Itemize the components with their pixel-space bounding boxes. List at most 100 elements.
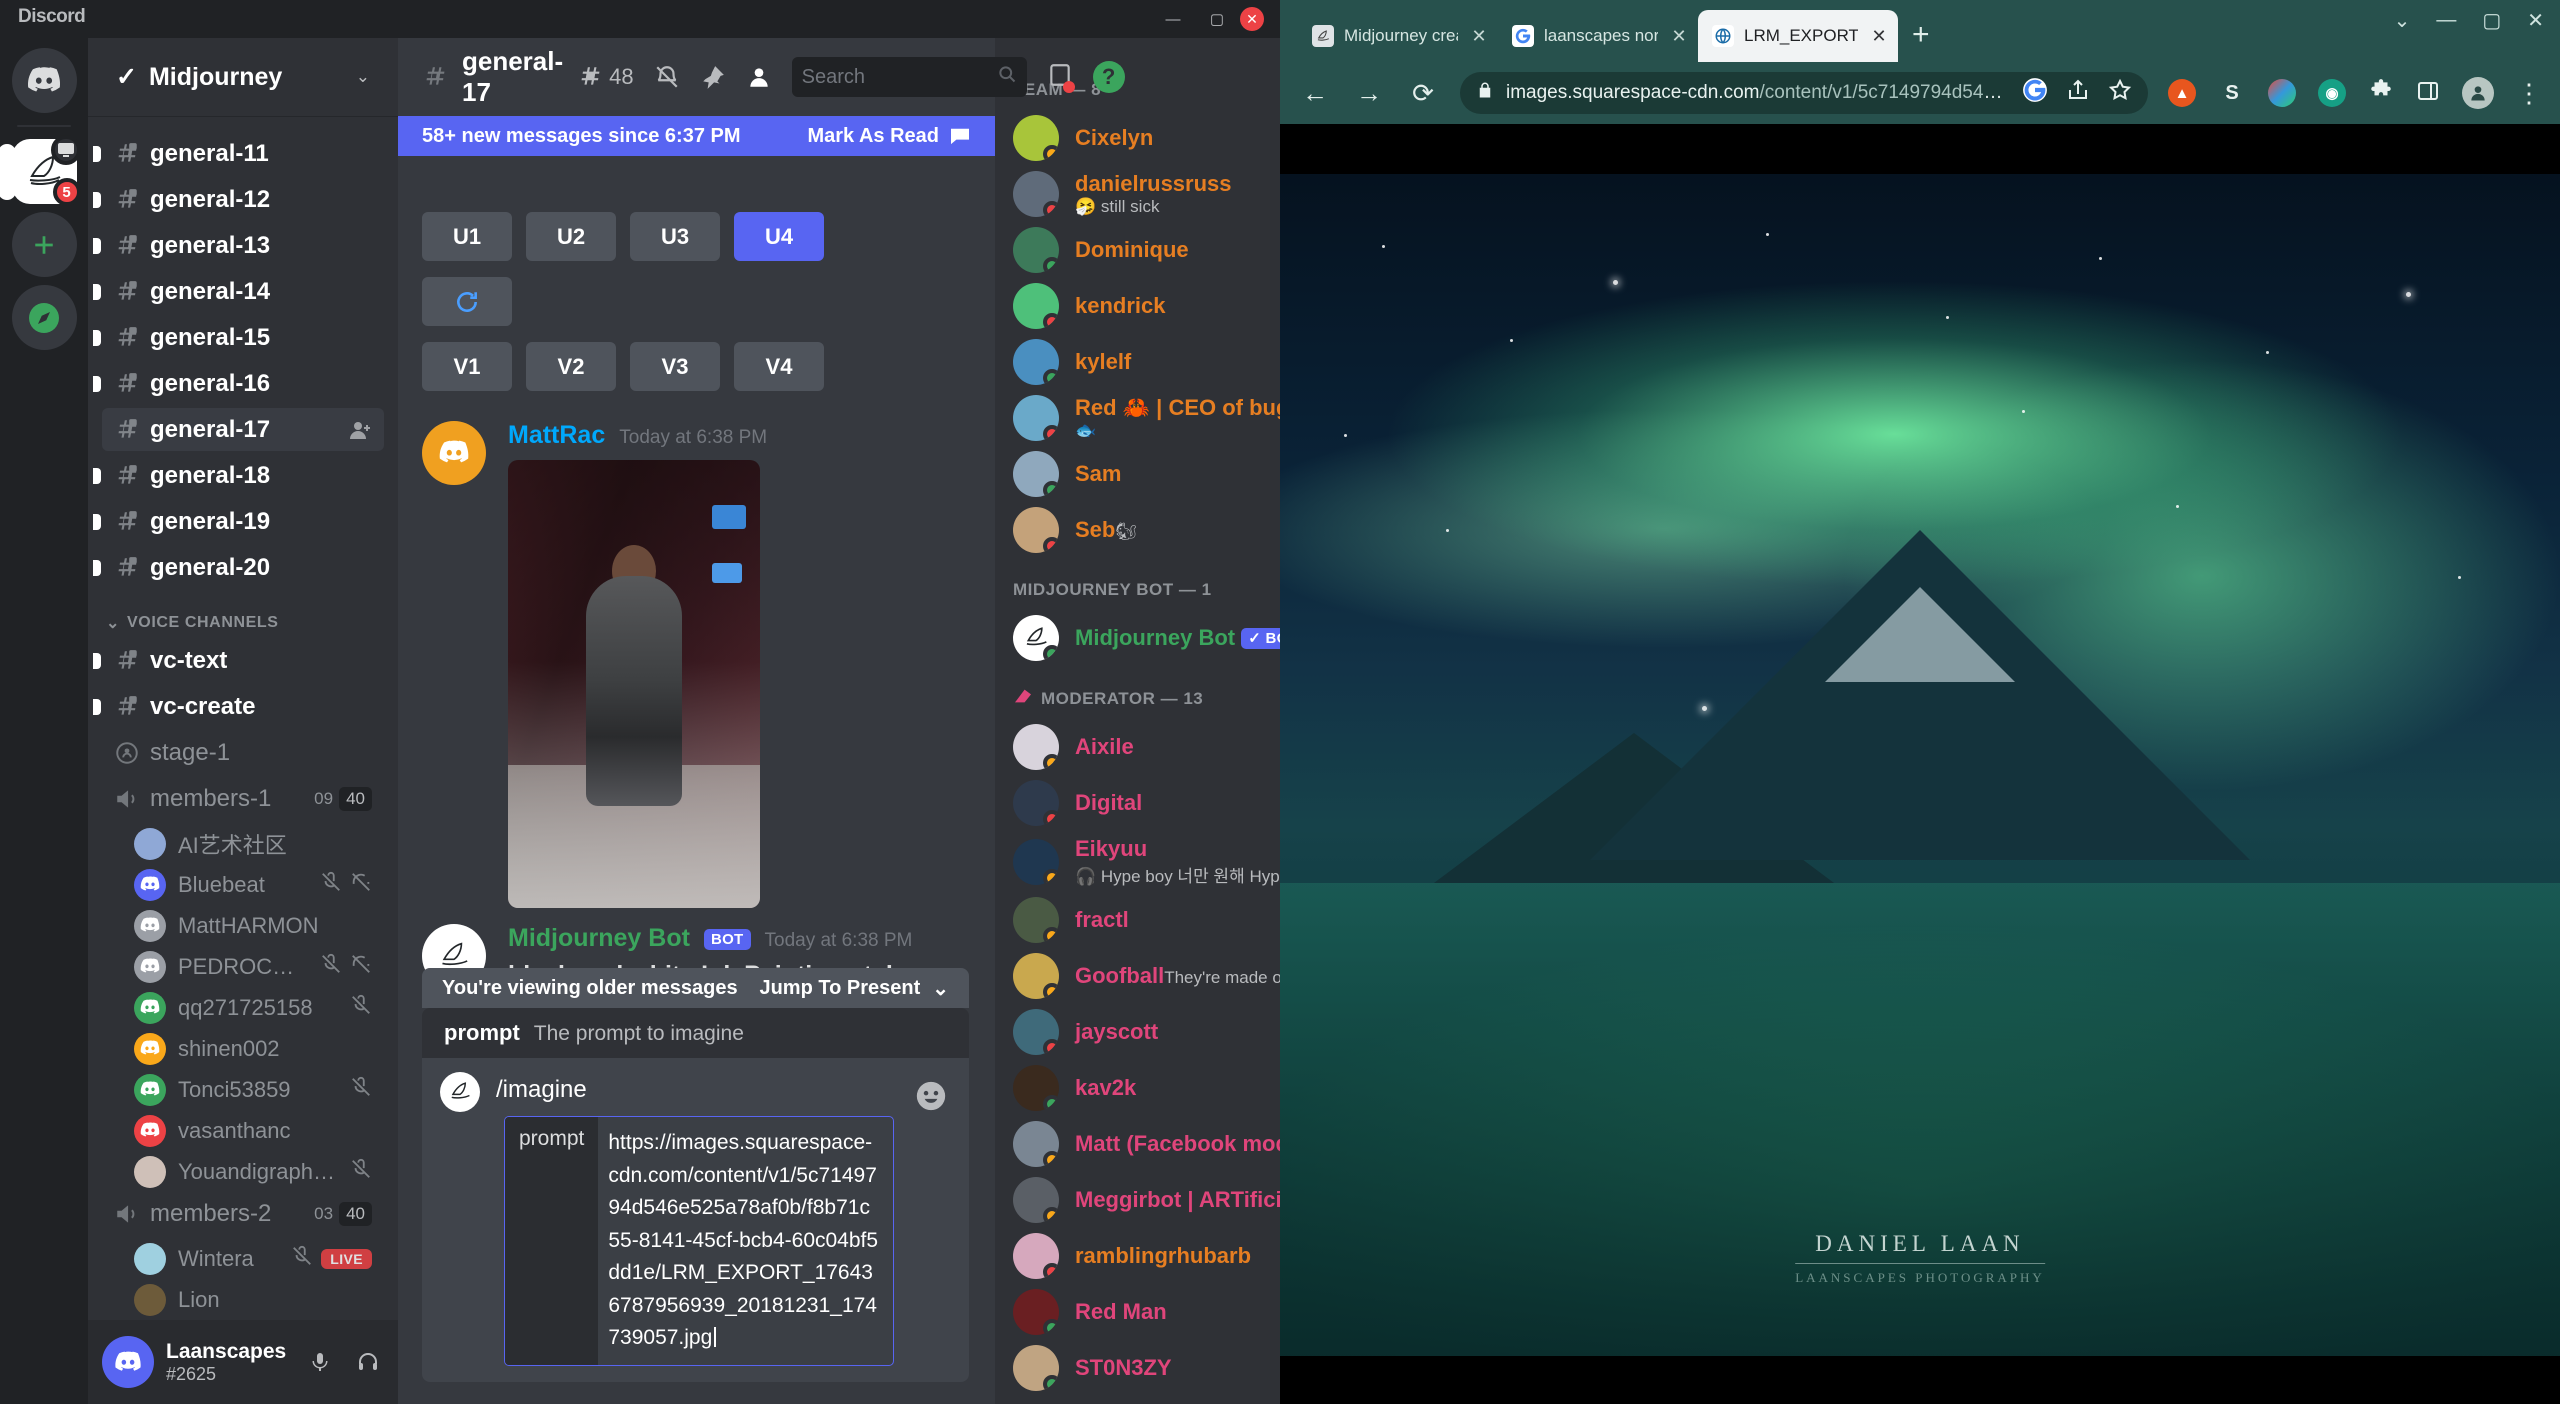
voice-participant[interactable]: AI艺术社区: [122, 823, 384, 864]
sidebar-channel-vc-text[interactable]: vc-text: [93, 639, 384, 682]
avatar[interactable]: [1013, 1289, 1059, 1335]
voice-participant[interactable]: PEDROCOELHO...: [122, 946, 384, 987]
member-row[interactable]: jayscott: [995, 1004, 1280, 1060]
sidepanel-icon[interactable]: [2416, 79, 2440, 108]
avatar[interactable]: [1013, 1009, 1059, 1055]
reload-button[interactable]: ⟳: [1406, 78, 1440, 109]
message-composer[interactable]: /imagine prompt https://images.squarespa…: [422, 1058, 969, 1382]
sidebar-channel-general-17[interactable]: general-17: [102, 408, 384, 451]
reroll-button[interactable]: [422, 277, 512, 326]
member-list-icon[interactable]: [746, 64, 772, 90]
member-row[interactable]: ST0N3ZY: [995, 1340, 1280, 1396]
avatar[interactable]: [1013, 227, 1059, 273]
member-row[interactable]: kav2k: [995, 1060, 1280, 1116]
member-row[interactable]: Matt (Facebook mod): [995, 1116, 1280, 1172]
chevron-down-icon[interactable]: ⌄: [2394, 8, 2411, 33]
avatar[interactable]: [134, 909, 166, 942]
notifications-off-icon[interactable]: [654, 64, 680, 90]
aurora-photograph[interactable]: DANIEL LAAN LAANSCAPES PHOTOGRAPHY: [1280, 174, 2560, 1356]
member-row[interactable]: Digital: [995, 775, 1280, 831]
google-icon[interactable]: [2022, 77, 2048, 109]
sidebar-channel-general-15[interactable]: general-15: [93, 316, 384, 359]
mj-button-u2[interactable]: U2: [526, 212, 616, 261]
member-row[interactable]: Red 🦀 | CEO of bugs ...🐟: [995, 390, 1280, 446]
avatar[interactable]: [1013, 724, 1059, 770]
avatar[interactable]: [1013, 451, 1059, 497]
avatar[interactable]: [1013, 953, 1059, 999]
avatar[interactable]: [1013, 1065, 1059, 1111]
member-row[interactable]: Dominique: [995, 222, 1280, 278]
sidebar-channel-vc-create[interactable]: vc-create: [93, 685, 384, 728]
sidebar-channel-general-20[interactable]: general-20: [93, 546, 384, 589]
green-icon[interactable]: ◉: [2318, 79, 2346, 107]
sidebar-channel-stage-1[interactable]: stage-1: [102, 731, 384, 774]
member-row[interactable]: ramblingrhubarb: [995, 1228, 1280, 1284]
puzzle-icon[interactable]: [2368, 78, 2394, 109]
search-input[interactable]: Search: [791, 57, 1027, 97]
member-row[interactable]: fractl: [995, 892, 1280, 948]
member-row[interactable]: Red Man: [995, 1284, 1280, 1340]
voice-participant[interactable]: shinen002: [122, 1028, 384, 1069]
message-author[interactable]: Midjourney Bot: [508, 924, 690, 953]
prompt-input[interactable]: prompt https://images.squarespace-cdn.co…: [504, 1116, 894, 1366]
home-button[interactable]: [11, 48, 77, 113]
avatar[interactable]: [102, 1336, 154, 1388]
sidebar-channel-general-19[interactable]: general-19: [93, 500, 384, 543]
channel-scroll[interactable]: general-11 general-12 general-13 general-14…: [88, 116, 398, 1320]
emoji-icon[interactable]: [911, 1076, 951, 1116]
member-row[interactable]: Midjourney Bot ✓ BOT: [995, 610, 1280, 666]
close-icon[interactable]: ✕: [1668, 26, 1690, 47]
sidebar-channel-general-18[interactable]: general-18: [93, 454, 384, 497]
mj-button-u4[interactable]: U4: [734, 212, 824, 261]
browser-tab[interactable]: laanscapes northern lights - Goo ✕: [1498, 10, 1698, 62]
avatar[interactable]: [1013, 395, 1059, 441]
inbox-icon[interactable]: [1047, 62, 1075, 93]
message-author[interactable]: MattRac: [508, 421, 605, 450]
avatar[interactable]: [134, 991, 166, 1024]
profile-icon[interactable]: [2462, 77, 2494, 109]
prompt-field-value[interactable]: https://images.squarespace-cdn.com/conte…: [598, 1117, 893, 1365]
member-row[interactable]: Meggirbot | ARTificial...: [995, 1172, 1280, 1228]
sidebar-channel-members-2[interactable]: members-2 03 40: [102, 1192, 384, 1235]
jump-to-present-button[interactable]: Jump To Present ⌄: [759, 976, 949, 1001]
minimize-button[interactable]: —: [2436, 9, 2456, 32]
message-list[interactable]: U1 U2 U3 U4 V1 V2 V3 V4 MattRac Today at…: [398, 116, 995, 1009]
avatar[interactable]: [1013, 1233, 1059, 1279]
microphone-icon[interactable]: [298, 1340, 342, 1384]
sidebar-channel-general-11[interactable]: general-11: [93, 132, 384, 175]
voice-participant[interactable]: Wintera LIVE: [122, 1238, 384, 1279]
avatar[interactable]: [134, 1073, 166, 1106]
voice-participant[interactable]: Tonci53859: [122, 1069, 384, 1110]
mj-button-v1[interactable]: V1: [422, 342, 512, 391]
voice-participant[interactable]: Youandigraphics: [122, 1151, 384, 1192]
threads-icon[interactable]: 48: [577, 64, 634, 90]
voice-participant[interactable]: MattHARMON: [122, 905, 384, 946]
headphones-icon[interactable]: [346, 1340, 390, 1384]
member-row[interactable]: kylelf: [995, 334, 1280, 390]
avatar[interactable]: [134, 1032, 166, 1065]
address-bar[interactable]: images.squarespace-cdn.com/content/v1/5c…: [1460, 72, 2148, 114]
menu-icon[interactable]: ⋮: [2516, 78, 2542, 109]
member-list[interactable]: TEAM — 8 Cixelyn danielrussruss🤧 still sic…: [995, 38, 1280, 1404]
avatar[interactable]: [134, 1242, 166, 1275]
close-icon[interactable]: ✕: [1868, 26, 1890, 47]
avatar[interactable]: [1013, 615, 1059, 661]
mj-button-u3[interactable]: U3: [630, 212, 720, 261]
avatar[interactable]: [1013, 897, 1059, 943]
maximize-button[interactable]: ▢: [1196, 0, 1238, 38]
new-messages-bar[interactable]: 58+ new messages since 6:37 PM Mark As R…: [398, 116, 995, 156]
brave-icon[interactable]: ▲: [2168, 79, 2196, 107]
sidebar-channel-general-14[interactable]: general-14: [93, 270, 384, 313]
avatar[interactable]: [134, 950, 166, 983]
close-icon[interactable]: ✕: [1468, 26, 1490, 47]
minimize-button[interactable]: —: [1152, 0, 1194, 38]
voice-channels-category[interactable]: ⌄ VOICE CHANNELS: [106, 613, 384, 633]
avatar[interactable]: [1013, 780, 1059, 826]
voice-participant[interactable]: vasanthanc: [122, 1110, 384, 1151]
avatar[interactable]: [1013, 1121, 1059, 1167]
avatar[interactable]: [1013, 838, 1059, 885]
mj-button-v3[interactable]: V3: [630, 342, 720, 391]
new-tab-button[interactable]: +: [1912, 18, 1930, 52]
sidebar-channel-general-16[interactable]: general-16: [93, 362, 384, 405]
back-button[interactable]: ←: [1298, 78, 1332, 109]
